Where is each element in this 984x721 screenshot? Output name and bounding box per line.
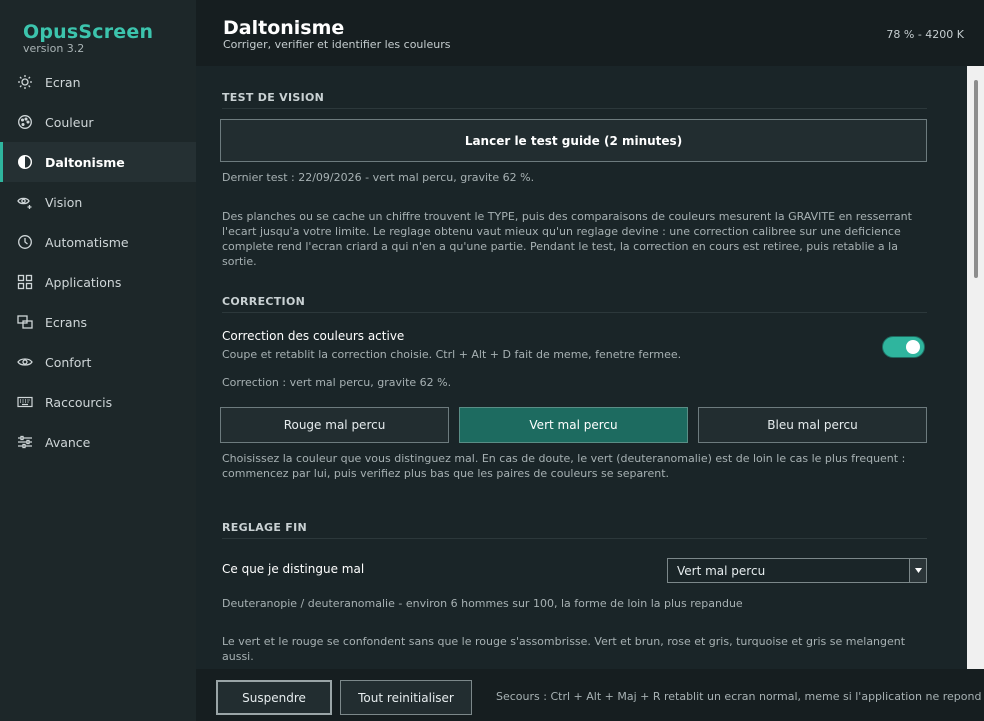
sidebar-item-label: Daltonisme [45,154,125,170]
emergency-shortcut-note: Secours : Ctrl + Alt + Maj + R retablit … [496,690,984,703]
divider [222,108,927,109]
suspend-button[interactable]: Suspendre [216,680,332,715]
sun-icon [17,74,33,90]
apps-grid-icon [17,274,33,290]
main-content: TEST DE VISION Lancer le test guide (2 m… [196,66,967,669]
correction-toggle-label: Correction des couleurs active [222,329,405,343]
page-subtitle: Corriger, verifier et identifier les cou… [223,38,451,51]
start-test-button[interactable]: Lancer le test guide (2 minutes) [220,119,927,162]
status-readout: 78 % - 4200 K [886,28,964,41]
sidebar-item-label: Applications [45,274,122,290]
sidebar-item-automatisme[interactable]: Automatisme [0,222,196,262]
divider [222,538,927,539]
correction-toggle-desc: Coupe et retablit la correction choisie.… [222,348,682,361]
sidebar-item-label: Ecran [45,74,81,90]
scrollbar-thumb[interactable] [974,80,978,278]
sidebar-item-label: Avance [45,434,91,450]
chevron-down-icon[interactable] [909,559,926,582]
option-green-button[interactable]: Vert mal percu [459,407,688,443]
sliders-icon [17,434,33,450]
distinguish-label: Ce que je distingue mal [222,562,365,576]
deficiency-type-desc: Deuteranopie / deuteranomalie - environ … [222,597,743,610]
section-title-fine: REGLAGE FIN [222,521,308,534]
half-circle-icon [17,154,33,170]
section-title-correction: CORRECTION [222,295,306,308]
deficiency-select[interactable]: Vert mal percu [667,558,927,583]
page-title: Daltonisme [223,17,345,39]
eye-plus-icon [17,194,33,210]
last-test-text: Dernier test : 22/09/2026 - vert mal per… [222,171,535,184]
sidebar-item-couleur[interactable]: Couleur [0,102,196,142]
option-red-button[interactable]: Rouge mal percu [220,407,449,443]
sidebar-item-applications[interactable]: Applications [0,262,196,302]
sidebar-item-label: Confort [45,354,92,370]
sidebar-item-vision[interactable]: Vision [0,182,196,222]
sidebar-nav: Ecran Couleur Daltonisme Vision Automati… [0,62,196,462]
sidebar-item-ecran[interactable]: Ecran [0,62,196,102]
divider [222,312,927,313]
footer-bar: Suspendre Tout reinitialiser Secours : C… [196,669,984,721]
correction-hint: Choisissez la couleur que vous distingue… [222,452,906,480]
section-title-test: TEST DE VISION [222,91,325,104]
toggle-knob [906,340,920,354]
eye-icon [17,354,33,370]
sidebar-item-raccourcis[interactable]: Raccourcis [0,382,196,422]
sidebar-item-avance[interactable]: Avance [0,422,196,462]
sidebar-item-label: Ecrans [45,314,88,330]
deficiency-effect-desc: Le vert et le rouge se confondent sans q… [222,635,906,663]
monitors-icon [17,314,33,330]
page-header: Daltonisme Corriger, verifier et identif… [196,0,984,66]
sidebar: OpusScreen version 3.2 Ecran Couleur Dal… [0,0,196,721]
sidebar-item-confort[interactable]: Confort [0,342,196,382]
select-value: Vert mal percu [677,563,766,578]
app-name: OpusScreen [23,21,154,43]
reset-all-button[interactable]: Tout reinitialiser [340,680,472,715]
sidebar-item-label: Automatisme [45,234,129,250]
clock-icon [17,234,33,250]
palette-icon [17,114,33,130]
current-correction-text: Correction : vert mal percu, gravite 62 … [222,376,452,389]
sidebar-item-ecrans[interactable]: Ecrans [0,302,196,342]
sidebar-item-label: Couleur [45,114,94,130]
sidebar-item-label: Raccourcis [45,394,113,410]
keyboard-icon [17,394,33,410]
sidebar-item-daltonisme[interactable]: Daltonisme [0,142,196,182]
correction-toggle[interactable] [882,336,925,358]
option-blue-button[interactable]: Bleu mal percu [698,407,927,443]
app-version: version 3.2 [23,42,85,55]
brand: OpusScreen version 3.2 [23,21,153,55]
sidebar-item-label: Vision [45,194,83,210]
test-description: Des planches ou se cache un chiffre trou… [222,210,912,268]
